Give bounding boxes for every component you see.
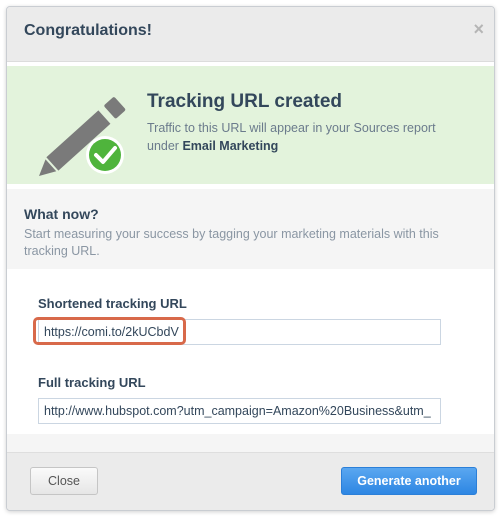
dialog-title: Congratulations! xyxy=(24,22,152,39)
success-banner: Tracking URL created Traffic to this URL… xyxy=(7,66,494,184)
what-now-text: Start measuring your success by tagging … xyxy=(24,227,439,258)
dialog-header: Congratulations! × xyxy=(7,7,494,62)
banner-heading: Tracking URL created xyxy=(147,91,343,112)
close-button[interactable]: Close xyxy=(30,467,98,495)
short-url-label: Shortened tracking URL xyxy=(38,296,187,311)
tracking-url-dialog: Congratulations! × Tracking URL created … xyxy=(6,6,495,511)
short-url-field[interactable] xyxy=(38,319,441,345)
form-bottom-spacer xyxy=(7,434,494,452)
generate-another-button[interactable]: Generate another xyxy=(341,467,477,495)
what-now-section: What now? Start measuring your success b… xyxy=(7,189,494,269)
what-now-heading: What now? xyxy=(24,206,99,222)
full-url-label: Full tracking URL xyxy=(38,375,146,390)
banner-text-source: Email Marketing xyxy=(182,139,279,153)
close-icon[interactable]: × xyxy=(473,19,484,40)
full-url-field[interactable] xyxy=(38,398,441,424)
banner-description: Traffic to this URL will appear in your … xyxy=(147,119,457,155)
url-fields: Shortened tracking URL Full tracking URL xyxy=(23,269,478,434)
dialog-footer: Close Generate another xyxy=(7,452,494,510)
pencil-check-icon xyxy=(29,94,139,182)
